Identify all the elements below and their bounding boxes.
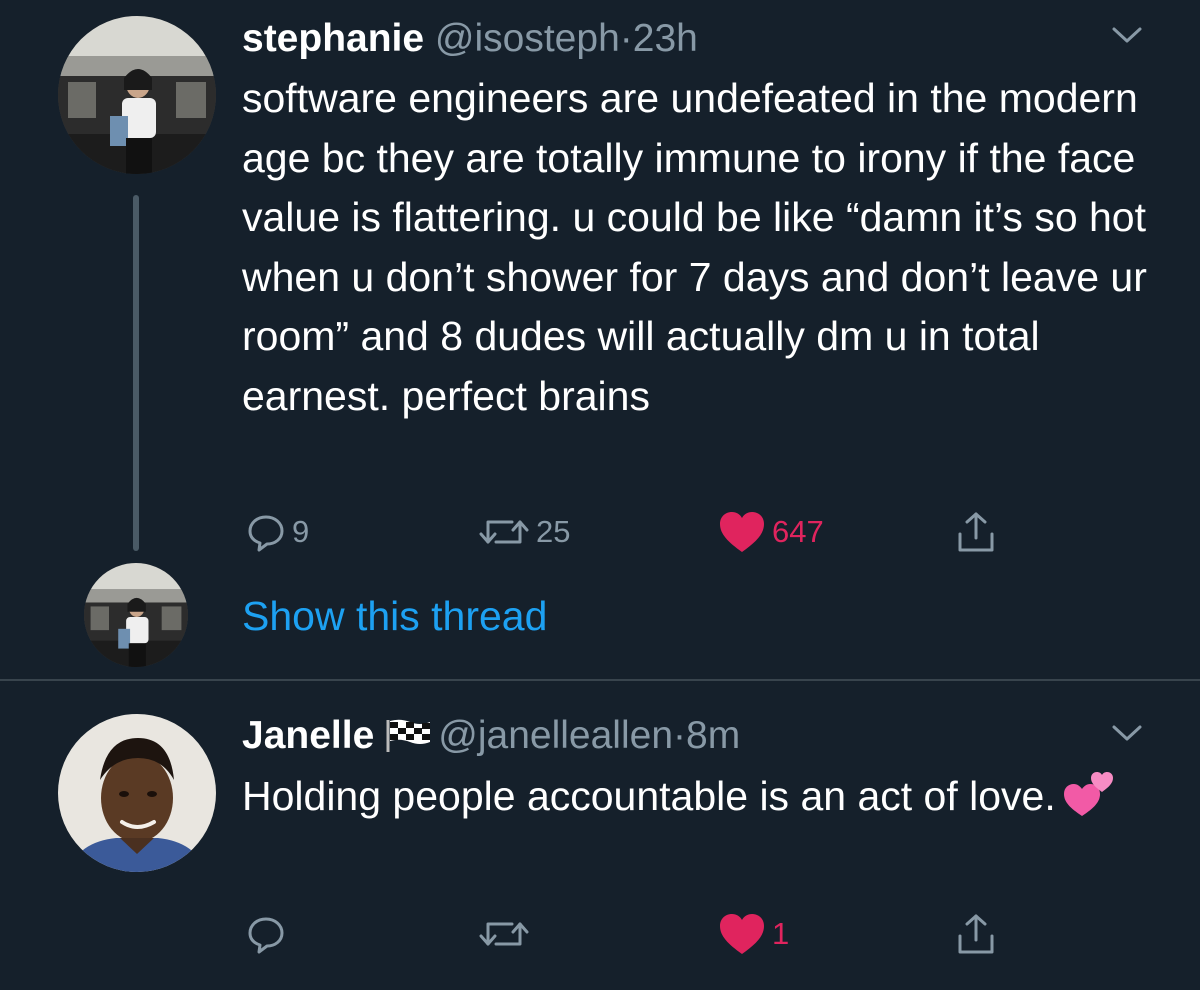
tweet-text: Holding people accountable is an act of … (242, 767, 1162, 827)
share-button[interactable] (954, 508, 998, 556)
heart-icon (720, 512, 764, 552)
retweet-icon (479, 922, 529, 946)
like-button[interactable]: 1 (718, 910, 789, 958)
tweet-header: Janelle @janelleallen·8m (242, 714, 740, 758)
chequered-flag-icon (386, 719, 431, 752)
chevron-down-icon[interactable] (1110, 24, 1144, 46)
retweet-button[interactable]: 25 (478, 508, 570, 556)
user-handle[interactable]: @janelleallen (438, 714, 673, 757)
display-name[interactable]: Janelle (242, 714, 374, 757)
retweet-icon (479, 520, 529, 544)
reply-button[interactable]: 9 (246, 508, 309, 556)
avatar[interactable] (58, 714, 216, 872)
heart-icon (720, 914, 764, 954)
separator-dot: · (673, 714, 687, 757)
timestamp[interactable]: 8m (686, 714, 740, 757)
avatar[interactable] (58, 16, 216, 174)
timestamp[interactable]: 23h (633, 17, 698, 60)
share-icon (958, 512, 994, 552)
thread-avatar[interactable] (84, 563, 188, 667)
tweet-actions: 1 (242, 910, 1042, 958)
show-thread-link[interactable]: Show this thread (242, 590, 547, 642)
chevron-down-icon[interactable] (1110, 722, 1144, 744)
thread-line (133, 195, 139, 551)
reply-icon (248, 917, 284, 954)
share-icon (958, 914, 994, 954)
retweet-count: 25 (536, 514, 571, 549)
tweet-header: stephanie @isosteph·23h (242, 17, 698, 61)
tweet-text-content: Holding people accountable is an act of … (242, 773, 1056, 819)
display-name[interactable]: stephanie (242, 17, 424, 60)
tweet-actions: 9 25 647 (242, 508, 1042, 556)
like-count: 1 (772, 916, 790, 951)
tweet-text: software engineers are undefeated in the… (242, 75, 1147, 419)
retweet-button[interactable] (478, 910, 530, 958)
reply-button[interactable] (246, 910, 286, 958)
reply-count: 9 (292, 514, 310, 549)
user-handle[interactable]: @isosteph (435, 17, 620, 60)
two-hearts-icon (1063, 772, 1113, 816)
separator-dot: · (619, 17, 633, 60)
reply-icon (248, 515, 284, 552)
like-count: 647 (772, 514, 824, 549)
like-button[interactable]: 647 (718, 508, 824, 556)
tweet[interactable]: stephanie @isosteph·23h software enginee… (0, 0, 1200, 680)
share-button[interactable] (954, 910, 998, 958)
